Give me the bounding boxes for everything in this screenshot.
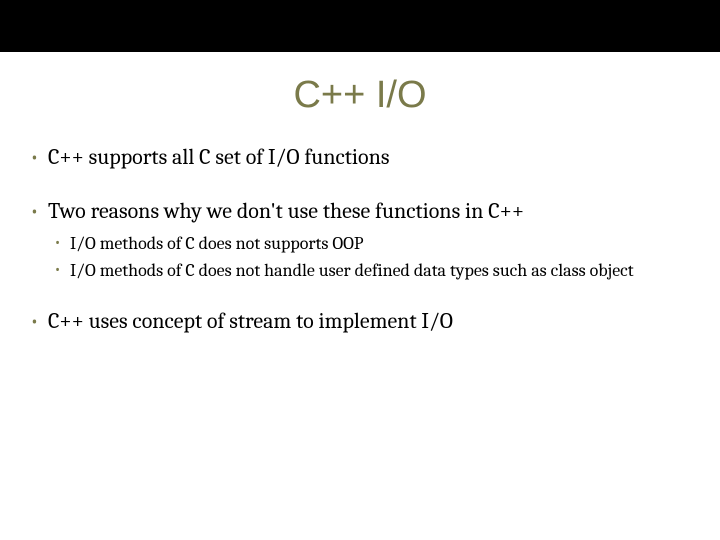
sub-bullet-list: I/O methods of C does not supports OOP I… — [48, 232, 692, 283]
bullet-list: C++ supports all C set of I/O functions … — [28, 143, 692, 337]
bullet-text: I/O methods of C does not handle user de… — [70, 260, 634, 281]
list-item: I/O methods of C does not handle user de… — [48, 259, 692, 283]
list-item: Two reasons why we don't use these funct… — [28, 197, 692, 283]
list-item: C++ uses concept of stream to implement … — [28, 307, 692, 337]
bullet-text: I/O methods of C does not supports OOP — [70, 233, 364, 254]
slide-content: C++ supports all C set of I/O functions … — [0, 143, 720, 337]
top-bar — [0, 0, 720, 52]
bullet-text: C++ uses concept of stream to implement … — [48, 308, 453, 334]
slide-title: C++ I/O — [0, 74, 720, 117]
list-item: C++ supports all C set of I/O functions — [28, 143, 692, 173]
list-item: I/O methods of C does not supports OOP — [48, 232, 692, 256]
bullet-text: Two reasons why we don't use these funct… — [48, 198, 524, 224]
bullet-text: C++ supports all C set of I/O functions — [48, 144, 390, 170]
